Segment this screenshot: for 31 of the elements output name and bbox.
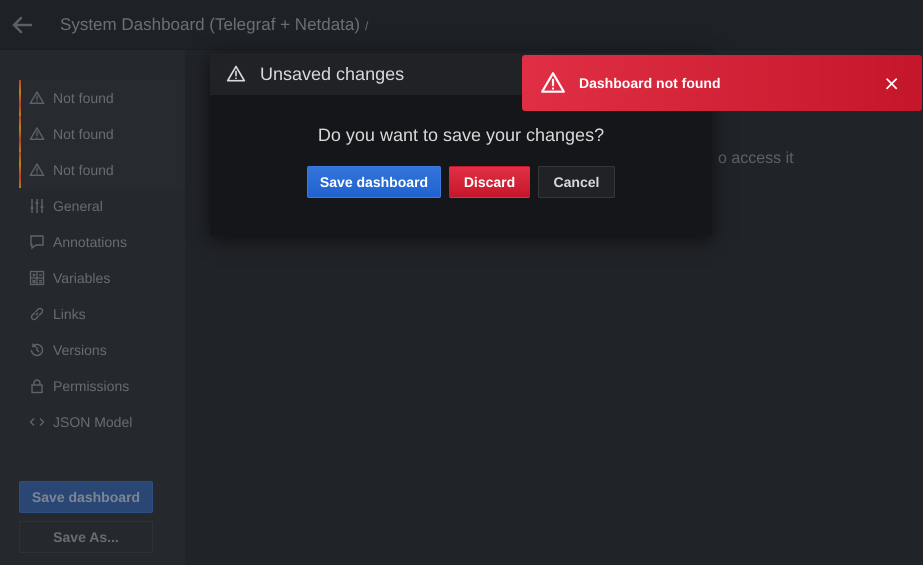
sidebar-item[interactable]: Variables <box>19 260 185 296</box>
dashboard-title[interactable]: System Dashboard (Telegraf + Netdata) <box>60 14 360 34</box>
sidebar-item[interactable]: General <box>19 188 185 224</box>
warning-icon <box>29 126 45 142</box>
sidebar-item[interactable]: JSON Model <box>19 404 185 440</box>
lock-icon <box>29 378 45 394</box>
link-icon <box>29 306 45 322</box>
message-text: o access it <box>718 150 794 167</box>
sliders-icon <box>29 198 45 214</box>
warning-icon <box>540 70 566 96</box>
save-dashboard-button[interactable]: Save dashboard <box>307 166 441 198</box>
modal-question: Do you want to save your changes? <box>318 125 604 145</box>
calculator-icon <box>29 270 45 286</box>
save-as-button[interactable]: Save As... <box>19 521 153 553</box>
breadcrumb-separator: / <box>365 18 368 32</box>
close-button[interactable]: × <box>879 71 904 95</box>
sidebar-item[interactable]: Annotations <box>19 224 185 260</box>
sidebar-item[interactable]: Links <box>19 296 185 332</box>
warning-icon <box>29 162 45 178</box>
comment-icon <box>29 234 45 250</box>
save-dashboard-button[interactable]: Save dashboard <box>19 481 153 513</box>
discard-button[interactable]: Discard <box>449 166 530 198</box>
modal-title: Unsaved changes <box>260 64 404 84</box>
back-arrow-icon[interactable] <box>12 16 32 34</box>
warning-icon <box>29 90 45 106</box>
history-icon <box>29 342 45 358</box>
warning-icon <box>226 64 246 84</box>
sidebar-item[interactable]: Permissions <box>19 368 185 404</box>
cancel-button[interactable]: Cancel <box>538 166 615 198</box>
toast-message: Dashboard not found <box>579 75 722 91</box>
sidebar-item[interactable]: Versions <box>19 332 185 368</box>
